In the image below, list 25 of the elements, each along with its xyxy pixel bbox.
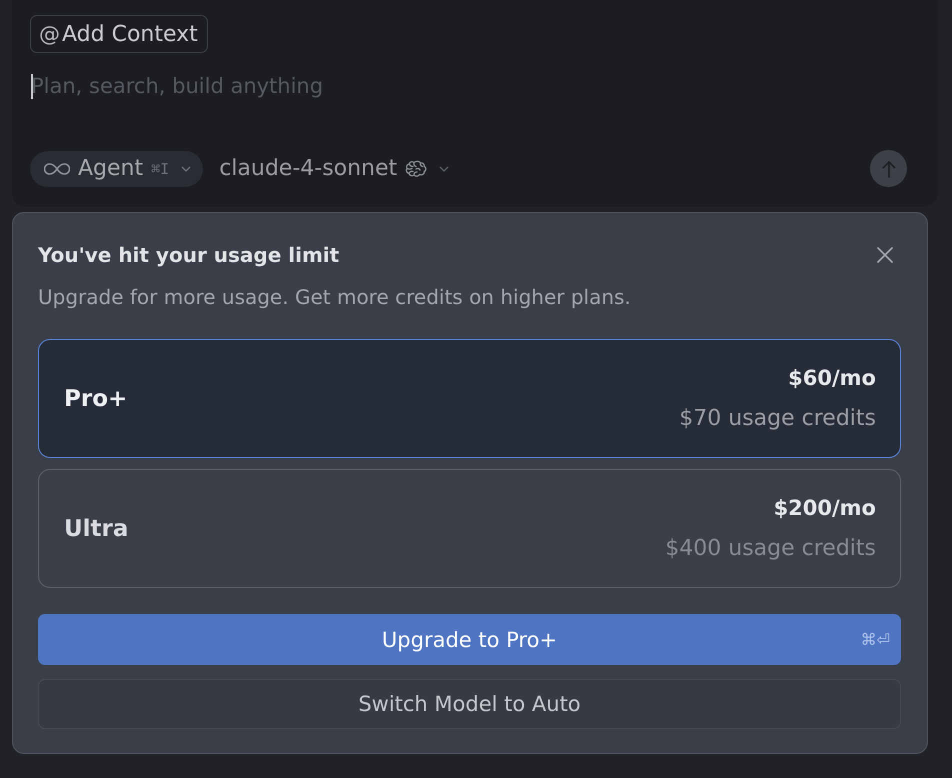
switch-model-button[interactable]: Switch Model to Auto [38,679,901,729]
at-icon: @ [39,22,60,46]
plan-credits: $70 usage credits [679,406,876,432]
upgrade-button[interactable]: Upgrade to Pro+ ⌘⏎ [38,614,901,665]
add-context-button[interactable]: @Add Context [30,15,208,53]
plan-price: $200/mo [774,495,876,521]
shortcut-hint: ⌘I [151,160,170,178]
dialog-subtitle: Upgrade for more usage. Get more credits on higher plans. [38,284,632,310]
plan-option[interactable]: Ultra $200/mo $400 usage credits [38,469,901,588]
shortcut-hint: ⌘⏎ [860,630,890,649]
plan-name: Pro+ [64,386,128,412]
plan-credits: $400 usage credits [665,536,876,562]
arrow-up-icon [882,160,896,178]
mode-dropdown[interactable]: Agent ⌘I [30,150,204,186]
chevron-down-icon [439,166,450,172]
close-icon [877,247,893,263]
plan-option[interactable]: Pro+ $60/mo $70 usage credits [38,339,901,458]
dialog-title: You've hit your usage limit [38,242,340,268]
plan-name: Ultra [64,516,128,542]
plan-price: $60/mo [788,365,876,391]
chevron-down-icon [181,166,192,172]
brain-icon [405,160,428,178]
infinity-icon [44,162,70,174]
close-button[interactable] [874,244,896,266]
model-selector[interactable]: claude-4-sonnet [219,156,450,181]
